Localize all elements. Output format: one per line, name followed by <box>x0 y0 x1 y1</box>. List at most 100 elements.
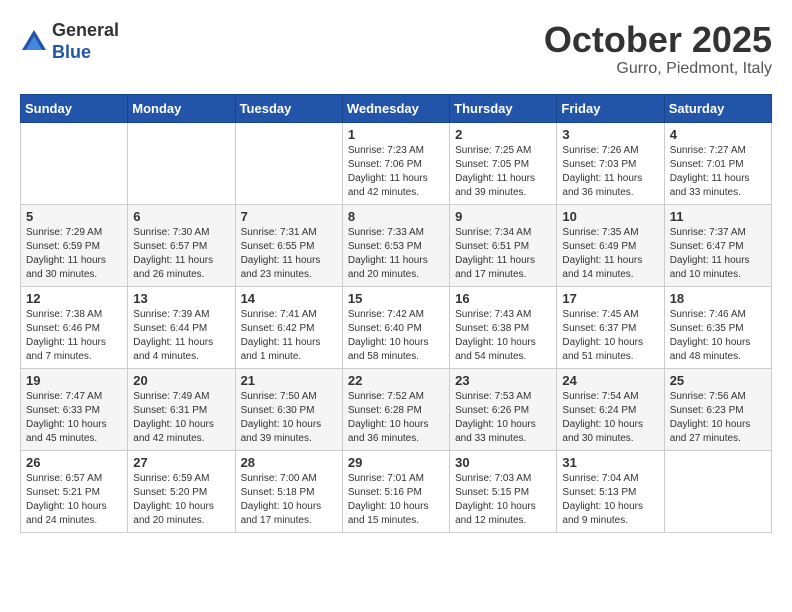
calendar-cell <box>664 450 771 532</box>
day-number: 19 <box>26 373 122 388</box>
day-info: Sunrise: 7:26 AM Sunset: 7:03 PM Dayligh… <box>562 144 658 200</box>
calendar-cell: 21 Sunrise: 7:50 AM Sunset: 6:30 PM Dayli… <box>235 368 342 450</box>
day-number: 17 <box>562 291 658 306</box>
weekday-header: Wednesday <box>342 94 449 122</box>
day-number: 13 <box>133 291 229 306</box>
calendar-cell: 30 Sunrise: 7:03 AM Sunset: 5:15 PM Dayli… <box>450 450 557 532</box>
day-number: 23 <box>455 373 551 388</box>
day-number: 30 <box>455 455 551 470</box>
day-info: Sunrise: 7:29 AM Sunset: 6:59 PM Dayligh… <box>26 226 122 282</box>
calendar-cell: 14 Sunrise: 7:41 AM Sunset: 6:42 PM Dayli… <box>235 286 342 368</box>
calendar-cell: 3 Sunrise: 7:26 AM Sunset: 7:03 PM Daylig… <box>557 122 664 204</box>
calendar-cell: 26 Sunrise: 6:57 AM Sunset: 5:21 PM Dayli… <box>21 450 128 532</box>
day-number: 20 <box>133 373 229 388</box>
day-info: Sunrise: 7:46 AM Sunset: 6:35 PM Dayligh… <box>670 308 766 364</box>
calendar-cell: 20 Sunrise: 7:49 AM Sunset: 6:31 PM Dayli… <box>128 368 235 450</box>
calendar-cell: 16 Sunrise: 7:43 AM Sunset: 6:38 PM Dayli… <box>450 286 557 368</box>
calendar-cell: 9 Sunrise: 7:34 AM Sunset: 6:51 PM Daylig… <box>450 204 557 286</box>
day-info: Sunrise: 7:31 AM Sunset: 6:55 PM Dayligh… <box>241 226 337 282</box>
logo: General Blue <box>20 20 119 63</box>
title-block: October 2025 Gurro, Piedmont, Italy <box>544 20 772 78</box>
day-number: 29 <box>348 455 444 470</box>
day-info: Sunrise: 7:03 AM Sunset: 5:15 PM Dayligh… <box>455 472 551 528</box>
day-info: Sunrise: 7:35 AM Sunset: 6:49 PM Dayligh… <box>562 226 658 282</box>
day-info: Sunrise: 7:30 AM Sunset: 6:57 PM Dayligh… <box>133 226 229 282</box>
day-number: 24 <box>562 373 658 388</box>
calendar-cell: 15Sunrise: 7:42 AM Sunset: 6:40 PM Dayli… <box>342 286 449 368</box>
day-info: Sunrise: 7:01 AM Sunset: 5:16 PM Dayligh… <box>348 472 444 528</box>
day-info: Sunrise: 7:45 AM Sunset: 6:37 PM Dayligh… <box>562 308 658 364</box>
day-info: Sunrise: 7:34 AM Sunset: 6:51 PM Dayligh… <box>455 226 551 282</box>
day-number: 31 <box>562 455 658 470</box>
day-number: 14 <box>241 291 337 306</box>
day-number: 10 <box>562 209 658 224</box>
calendar-cell: 4Sunrise: 7:27 AM Sunset: 7:01 PM Daylig… <box>664 122 771 204</box>
calendar-cell <box>128 122 235 204</box>
logo-icon <box>20 28 48 56</box>
day-number: 15 <box>348 291 444 306</box>
calendar-cell: 31 Sunrise: 7:04 AM Sunset: 5:13 PM Dayli… <box>557 450 664 532</box>
calendar-cell: 1Sunrise: 7:23 AM Sunset: 7:06 PM Daylig… <box>342 122 449 204</box>
day-info: Sunrise: 7:39 AM Sunset: 6:44 PM Dayligh… <box>133 308 229 364</box>
day-info: Sunrise: 7:49 AM Sunset: 6:31 PM Dayligh… <box>133 390 229 446</box>
day-number: 21 <box>241 373 337 388</box>
calendar-cell: 17 Sunrise: 7:45 AM Sunset: 6:37 PM Dayli… <box>557 286 664 368</box>
day-number: 16 <box>455 291 551 306</box>
location: Gurro, Piedmont, Italy <box>544 60 772 78</box>
day-number: 11 <box>670 209 766 224</box>
calendar-week-row: 19 Sunrise: 7:47 AM Sunset: 6:33 PM Dayli… <box>21 368 772 450</box>
day-number: 12 <box>26 291 122 306</box>
calendar-cell <box>21 122 128 204</box>
day-info: Sunrise: 7:00 AM Sunset: 5:18 PM Dayligh… <box>241 472 337 528</box>
weekday-header: Sunday <box>21 94 128 122</box>
calendar-cell: 12 Sunrise: 7:38 AM Sunset: 6:46 PM Dayli… <box>21 286 128 368</box>
day-number: 26 <box>26 455 122 470</box>
weekday-header: Friday <box>557 94 664 122</box>
calendar-cell: 24 Sunrise: 7:54 AM Sunset: 6:24 PM Dayli… <box>557 368 664 450</box>
day-number: 6 <box>133 209 229 224</box>
calendar-cell: 22Sunrise: 7:52 AM Sunset: 6:28 PM Dayli… <box>342 368 449 450</box>
day-number: 9 <box>455 209 551 224</box>
calendar-week-row: 12 Sunrise: 7:38 AM Sunset: 6:46 PM Dayli… <box>21 286 772 368</box>
calendar-cell: 5Sunrise: 7:29 AM Sunset: 6:59 PM Daylig… <box>21 204 128 286</box>
calendar-cell: 11Sunrise: 7:37 AM Sunset: 6:47 PM Dayli… <box>664 204 771 286</box>
day-number: 8 <box>348 209 444 224</box>
calendar-cell: 2Sunrise: 7:25 AM Sunset: 7:05 PM Daylig… <box>450 122 557 204</box>
day-number: 1 <box>348 127 444 142</box>
calendar-cell <box>235 122 342 204</box>
calendar-cell: 13 Sunrise: 7:39 AM Sunset: 6:44 PM Dayli… <box>128 286 235 368</box>
day-info: Sunrise: 6:57 AM Sunset: 5:21 PM Dayligh… <box>26 472 122 528</box>
day-number: 18 <box>670 291 766 306</box>
weekday-header-row: SundayMondayTuesdayWednesdayThursdayFrid… <box>21 94 772 122</box>
day-info: Sunrise: 7:52 AM Sunset: 6:28 PM Dayligh… <box>348 390 444 446</box>
day-info: Sunrise: 7:33 AM Sunset: 6:53 PM Dayligh… <box>348 226 444 282</box>
day-info: Sunrise: 7:56 AM Sunset: 6:23 PM Dayligh… <box>670 390 766 446</box>
day-info: Sunrise: 7:50 AM Sunset: 6:30 PM Dayligh… <box>241 390 337 446</box>
calendar-table: SundayMondayTuesdayWednesdayThursdayFrid… <box>20 94 772 533</box>
day-number: 2 <box>455 127 551 142</box>
calendar-cell: 25 Sunrise: 7:56 AM Sunset: 6:23 PM Dayli… <box>664 368 771 450</box>
calendar-cell: 8 Sunrise: 7:33 AM Sunset: 6:53 PM Daylig… <box>342 204 449 286</box>
month-title: October 2025 <box>544 20 772 60</box>
calendar-cell: 10 Sunrise: 7:35 AM Sunset: 6:49 PM Dayli… <box>557 204 664 286</box>
day-info: Sunrise: 7:47 AM Sunset: 6:33 PM Dayligh… <box>26 390 122 446</box>
calendar-cell: 7 Sunrise: 7:31 AM Sunset: 6:55 PM Daylig… <box>235 204 342 286</box>
weekday-header: Tuesday <box>235 94 342 122</box>
calendar-week-row: 26 Sunrise: 6:57 AM Sunset: 5:21 PM Dayli… <box>21 450 772 532</box>
day-info: Sunrise: 7:43 AM Sunset: 6:38 PM Dayligh… <box>455 308 551 364</box>
calendar-cell: 19 Sunrise: 7:47 AM Sunset: 6:33 PM Dayli… <box>21 368 128 450</box>
day-info: Sunrise: 7:54 AM Sunset: 6:24 PM Dayligh… <box>562 390 658 446</box>
day-number: 7 <box>241 209 337 224</box>
day-info: Sunrise: 7:38 AM Sunset: 6:46 PM Dayligh… <box>26 308 122 364</box>
calendar-cell: 23Sunrise: 7:53 AM Sunset: 6:26 PM Dayli… <box>450 368 557 450</box>
weekday-header: Thursday <box>450 94 557 122</box>
weekday-header: Saturday <box>664 94 771 122</box>
day-number: 25 <box>670 373 766 388</box>
day-info: Sunrise: 7:41 AM Sunset: 6:42 PM Dayligh… <box>241 308 337 364</box>
day-number: 3 <box>562 127 658 142</box>
day-number: 4 <box>670 127 766 142</box>
logo-text: General Blue <box>52 20 119 63</box>
day-info: Sunrise: 7:04 AM Sunset: 5:13 PM Dayligh… <box>562 472 658 528</box>
calendar-week-row: 5Sunrise: 7:29 AM Sunset: 6:59 PM Daylig… <box>21 204 772 286</box>
day-info: Sunrise: 6:59 AM Sunset: 5:20 PM Dayligh… <box>133 472 229 528</box>
